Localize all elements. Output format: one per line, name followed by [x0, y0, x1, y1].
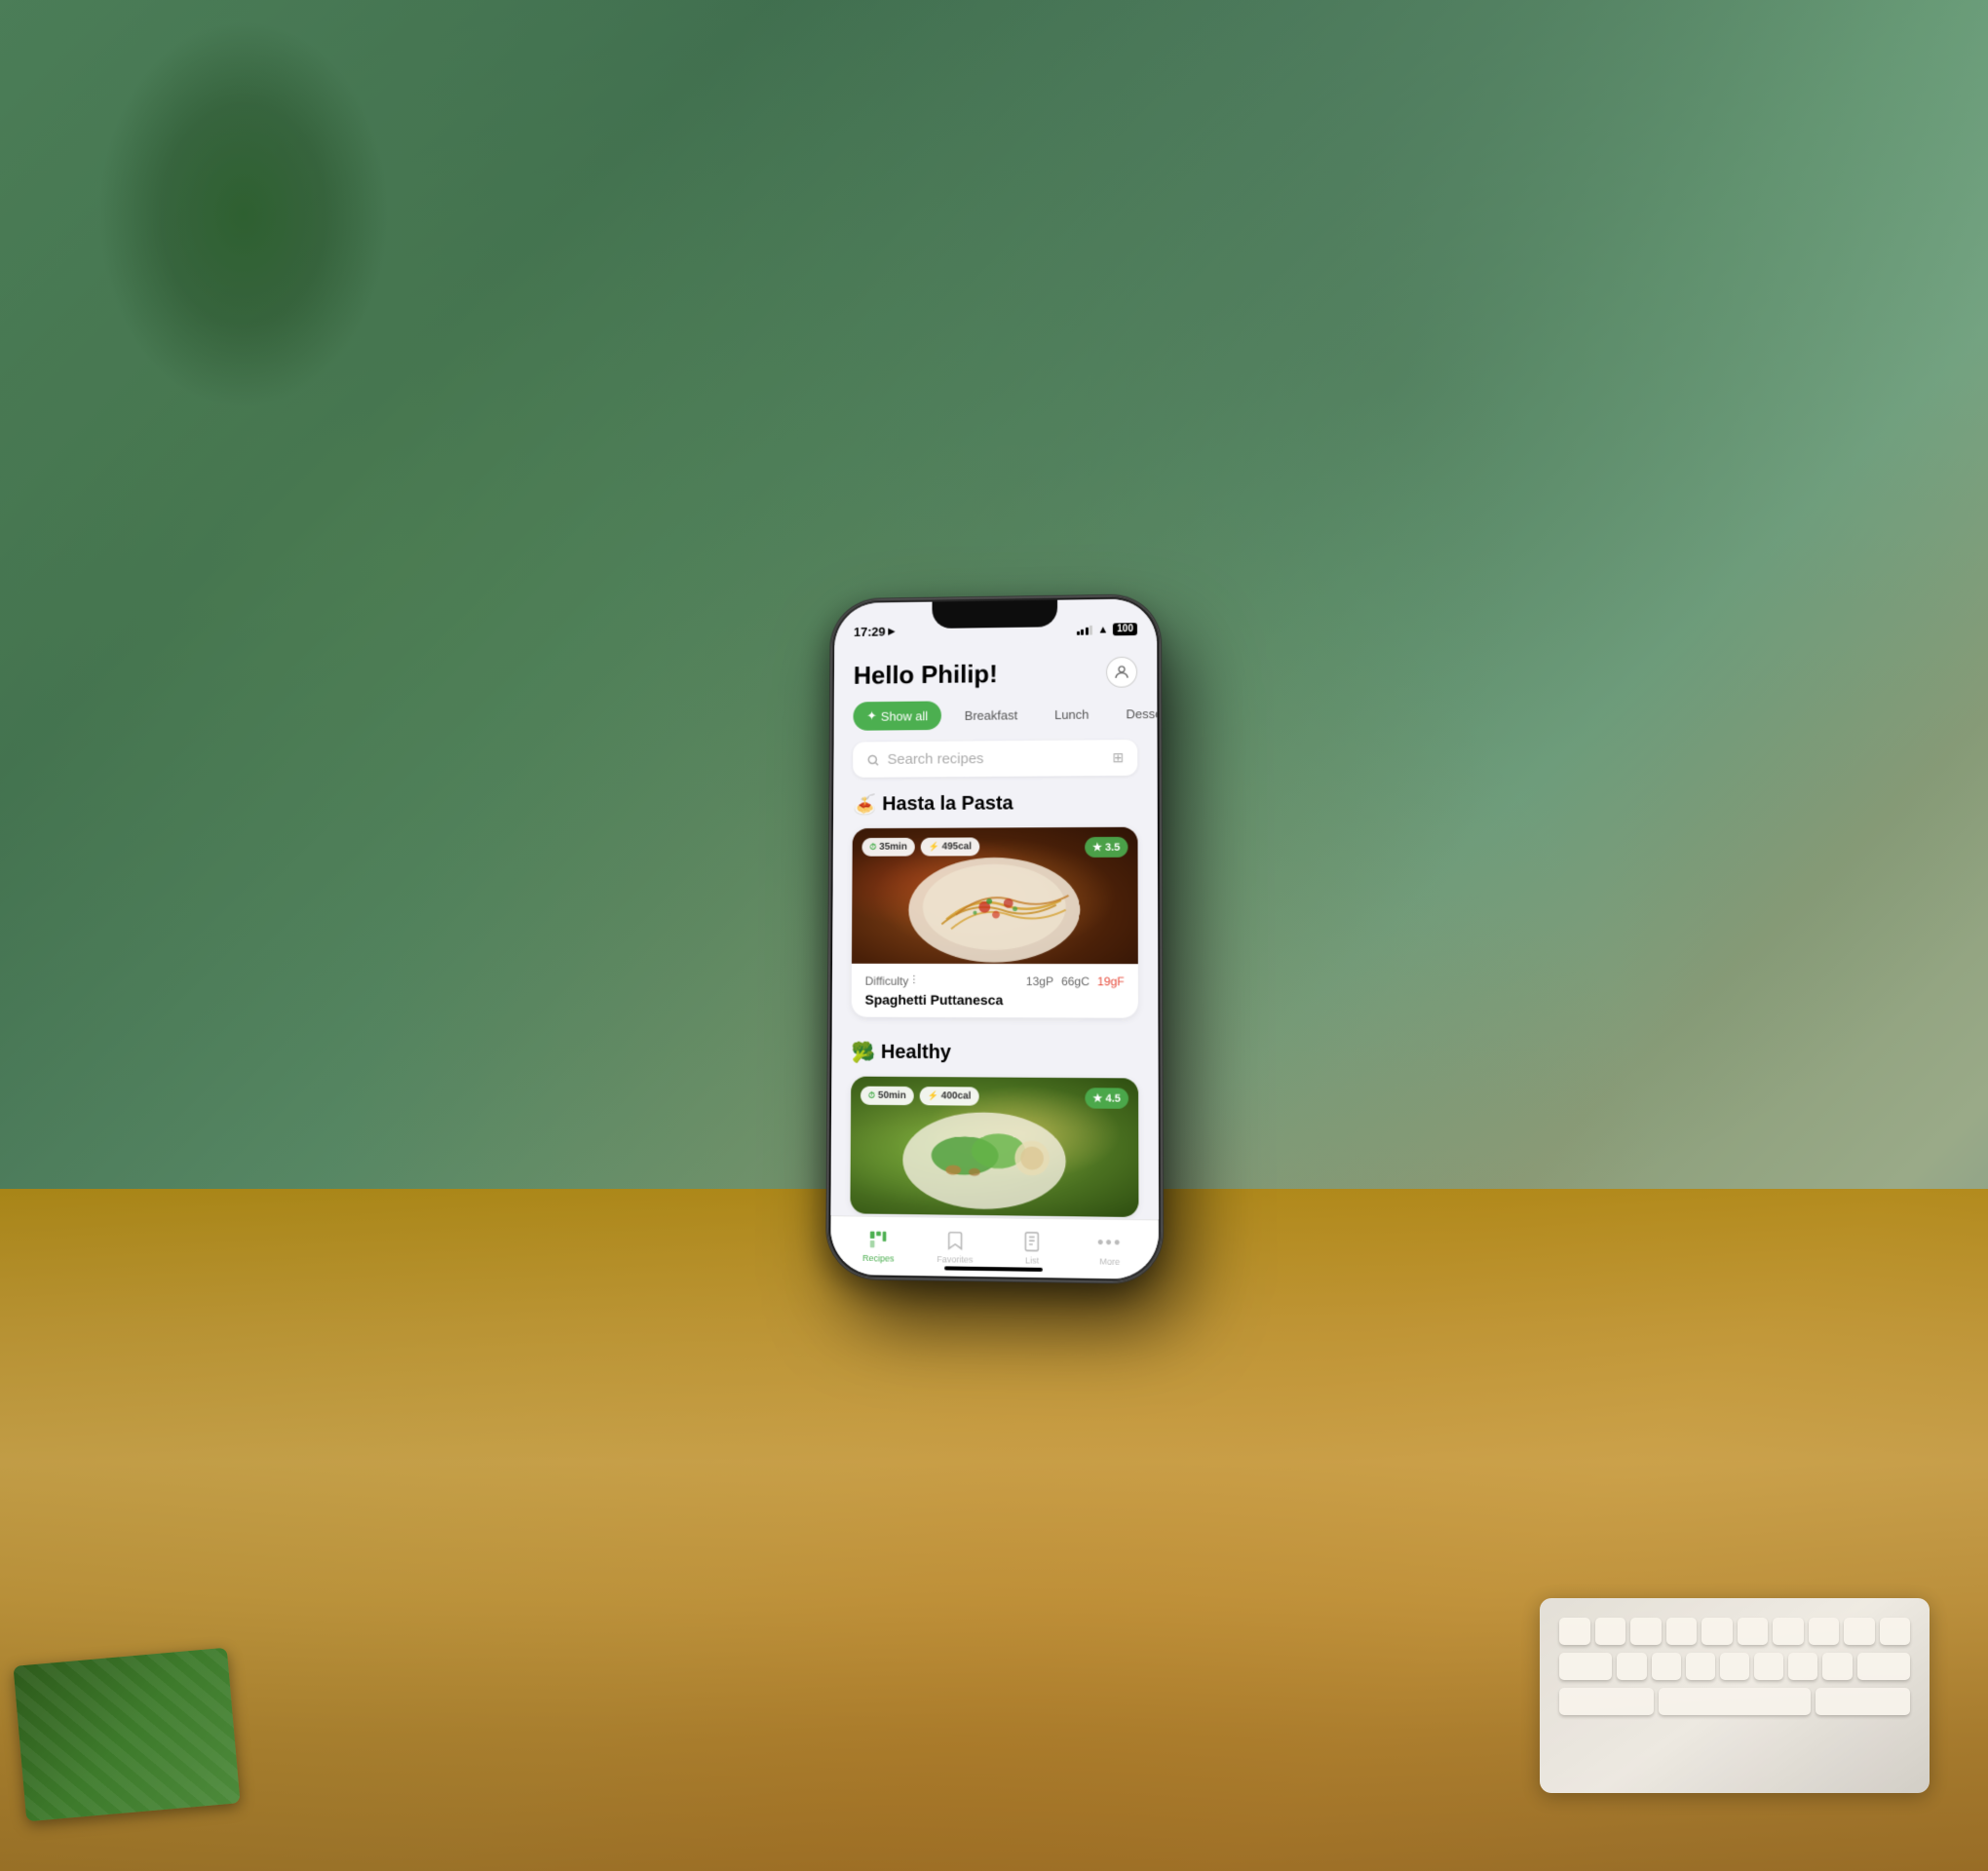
phone-notch: [932, 600, 1057, 629]
wifi-icon: ▲: [1097, 624, 1108, 635]
fire2-icon: ⚡: [928, 1090, 938, 1101]
section-healthy-title: 🥦 Healthy: [851, 1041, 1138, 1067]
app-header: Hello Philip!: [834, 641, 1157, 703]
list-nav-icon: [1021, 1231, 1043, 1253]
star-icon: ★: [1092, 841, 1102, 854]
tab-show-all[interactable]: ✦ Show all: [853, 701, 941, 730]
clock2-icon: ⏱: [868, 1090, 875, 1101]
nav-more[interactable]: ••• More: [1083, 1232, 1137, 1267]
status-icons: ▲ 100: [1077, 623, 1137, 636]
more-nav-icon: •••: [1097, 1232, 1122, 1253]
plant-decoration: [97, 19, 390, 409]
favorites-nav-icon: [944, 1230, 966, 1252]
status-time: 17:29 ▶: [854, 625, 895, 639]
nav-more-label: More: [1099, 1256, 1120, 1267]
phone-shell: 17:29 ▶ ▲ 100 Hell: [827, 595, 1162, 1282]
filter-tabs: ✦ Show all Breakfast Lunch Dessert Dinne…: [834, 699, 1158, 743]
recipe-name-pasta: Spaghetti Puttanesca: [865, 992, 1125, 1009]
app-content[interactable]: Hello Philip! ✦ Show all: [831, 641, 1159, 1220]
nav-list[interactable]: List: [1005, 1231, 1059, 1266]
healthy-badges: ⏱ 50min ⚡ 400cal: [860, 1087, 978, 1106]
signal-bar-2: [1081, 630, 1084, 635]
tab-breakfast[interactable]: Breakfast: [951, 701, 1031, 729]
recipes-nav-icon: [867, 1229, 889, 1251]
recipe-image-healthy: ⏱ 50min ⚡ 400cal ★ 4.5: [850, 1077, 1138, 1217]
healthy-cal-badge: ⚡ 400cal: [920, 1087, 979, 1106]
phone-screen: 17:29 ▶ ▲ 100 Hell: [830, 598, 1159, 1279]
battery-icon: 100: [1113, 623, 1137, 635]
rating-badge: ★ 3.5: [1085, 837, 1128, 858]
search-bar[interactable]: Search recipes ⊞: [853, 740, 1137, 778]
greeting-title: Hello Philip!: [854, 659, 998, 690]
difficulty-label: Difficulty ⫶: [865, 974, 916, 988]
recipe-info-pasta: Difficulty ⫶ 13gP 66gC 19gF Spaghetti Pu…: [852, 964, 1138, 1018]
fat-value: 19gF: [1097, 974, 1125, 988]
signal-bars: [1077, 625, 1092, 635]
nav-recipes-label: Recipes: [862, 1253, 895, 1264]
nav-favorites[interactable]: Favorites: [928, 1230, 981, 1265]
signal-bar-4: [1090, 626, 1092, 635]
healthy-rating-badge: ★ 4.5: [1085, 1088, 1128, 1109]
nav-recipes[interactable]: Recipes: [852, 1229, 905, 1264]
signal-bar-1: [1077, 631, 1080, 635]
healthy-time-badge: ⏱ 50min: [860, 1087, 914, 1105]
nav-favorites-label: Favorites: [937, 1254, 973, 1265]
keyboard-prop: [1540, 1598, 1930, 1793]
healthy-emoji: 🥦: [851, 1041, 875, 1065]
carbs-value: 66gC: [1061, 974, 1090, 988]
time-badge: ⏱ 35min: [861, 838, 914, 857]
recipe-badges: ⏱ 35min ⚡ 495cal: [861, 837, 979, 856]
section-pasta-title: 🍝 Hasta la Pasta: [853, 791, 1138, 818]
recipe-card-healthy[interactable]: ⏱ 50min ⚡ 400cal ★ 4.5: [850, 1077, 1138, 1217]
protein-value: 13gP: [1026, 974, 1053, 988]
profile-button[interactable]: [1106, 657, 1137, 688]
filter-icon[interactable]: ⊞: [1112, 749, 1124, 766]
recipe-card-pasta[interactable]: ⏱ 35min ⚡ 495cal ★ 3.5: [852, 827, 1138, 1018]
section-pasta: 🍝 Hasta la Pasta: [832, 791, 1159, 1042]
fire-icon: ⚡: [929, 842, 939, 853]
nav-list-label: List: [1025, 1255, 1039, 1265]
recipe-image-pasta: ⏱ 35min ⚡ 495cal ★ 3.5: [852, 827, 1138, 964]
location-icon: ▶: [888, 627, 895, 637]
macros-display: 13gP 66gC 19gF: [1026, 974, 1125, 988]
signal-bar-3: [1086, 628, 1089, 635]
search-placeholder: Search recipes: [888, 749, 1105, 768]
phone-device: 17:29 ▶ ▲ 100 Hell: [827, 595, 1162, 1282]
section-healthy: 🥦 Healthy: [831, 1040, 1159, 1219]
star2-icon: ★: [1092, 1091, 1102, 1104]
pasta-emoji: 🍝: [853, 792, 877, 817]
search-icon: [866, 753, 880, 767]
difficulty-bars-icon: ⫶: [912, 974, 915, 988]
tab-lunch[interactable]: Lunch: [1041, 700, 1102, 728]
calories-badge: ⚡ 495cal: [921, 837, 979, 856]
show-all-icon: ✦: [866, 708, 877, 724]
tab-dessert[interactable]: Dessert: [1112, 699, 1158, 728]
book-prop: [13, 1648, 240, 1822]
clock-icon: ⏱: [869, 842, 876, 853]
macro-row: Difficulty ⫶ 13gP 66gC 19gF: [865, 974, 1125, 989]
